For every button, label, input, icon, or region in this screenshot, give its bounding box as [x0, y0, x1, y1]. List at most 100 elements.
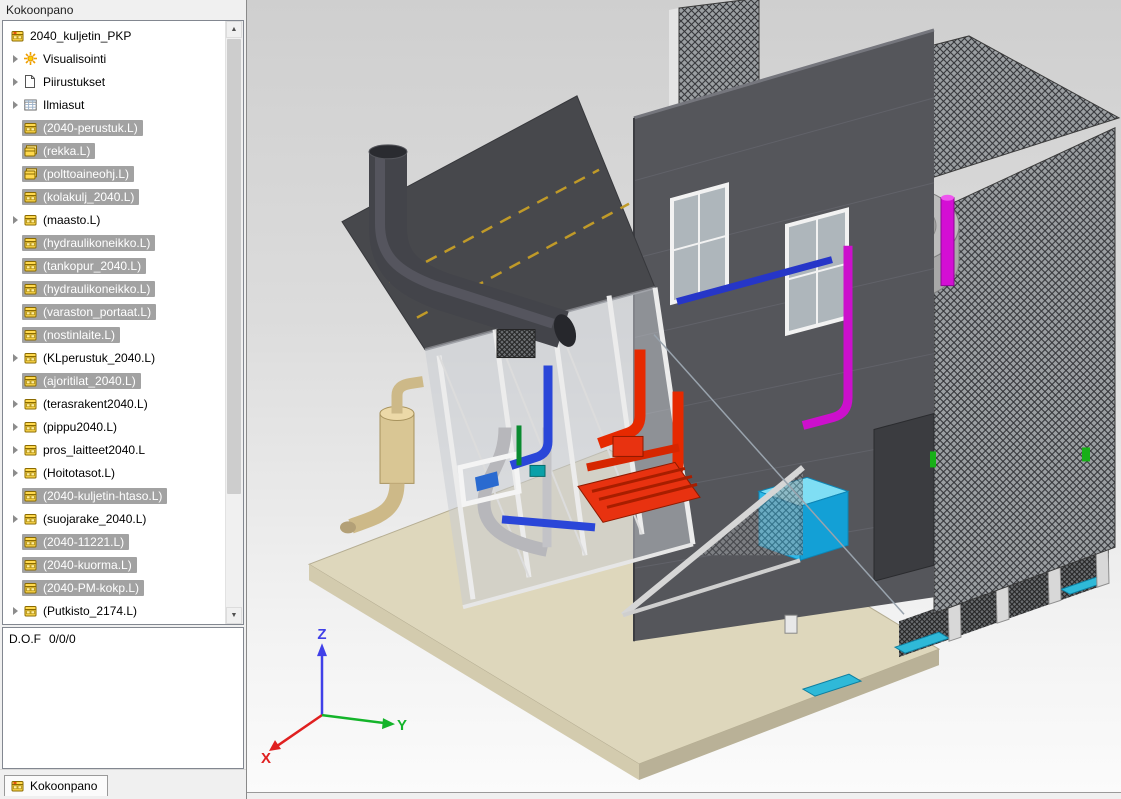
tree-item-label: Piirustukset — [43, 75, 105, 89]
tree-item-18[interactable]: pros_laitteet2040.L — [3, 438, 226, 461]
model-window-1[interactable] — [672, 185, 727, 303]
tree-item-label: Ilmiasut — [43, 98, 84, 112]
tree-item-6[interactable]: (polttoaineohj.L) — [3, 162, 226, 185]
part-icon — [24, 466, 39, 479]
tree-item-label: (nostinlaite.L) — [43, 328, 115, 342]
expander-icon[interactable] — [9, 553, 22, 576]
tree-item-11[interactable]: (hydraulikoneikko.L) — [3, 277, 226, 300]
tree-item-4[interactable]: (2040-perustuk.L) — [3, 116, 226, 139]
tree-item-17[interactable]: (pippu2040.L) — [3, 415, 226, 438]
expander-icon[interactable] — [9, 93, 22, 116]
part-icon — [24, 443, 39, 456]
part-icon — [24, 489, 39, 502]
expander-icon[interactable] — [9, 139, 22, 162]
tree-item-label: (Putkisto_2174.L) — [43, 604, 137, 618]
y-axis-arrow-icon — [382, 718, 395, 729]
tree-item-10[interactable]: (tankopur_2040.L) — [3, 254, 226, 277]
expander-icon[interactable] — [9, 599, 22, 622]
model-tan-piping[interactable] — [340, 382, 423, 534]
tree-item-2[interactable]: Piirustukset — [3, 70, 226, 93]
viewport-3d[interactable]: Z X Y — [247, 0, 1121, 793]
part-icon — [24, 581, 39, 594]
tree-item-5[interactable]: (rekka.L) — [3, 139, 226, 162]
tree-item-label: (varaston_portaat.L) — [43, 305, 151, 319]
tree-item-20[interactable]: (2040-kuljetin-htaso.L) — [3, 484, 226, 507]
tree-item-1[interactable]: Visualisointi — [3, 47, 226, 70]
tree-item-13[interactable]: (nostinlaite.L) — [3, 323, 226, 346]
dof-value: 0/0/0 — [49, 632, 76, 646]
tree-item-8[interactable]: (maasto.L) — [3, 208, 226, 231]
sun-icon — [24, 52, 39, 65]
scroll-up-icon[interactable]: ▲ — [226, 21, 242, 38]
page-icon — [24, 75, 39, 88]
expander-icon[interactable] — [9, 415, 22, 438]
tree-item-label: (terasrakent2040.L) — [43, 397, 148, 411]
tree-item-25[interactable]: (Putkisto_2174.L) — [3, 599, 226, 622]
expander-icon[interactable] — [9, 461, 22, 484]
model-canvas[interactable]: Z X Y — [247, 0, 1121, 792]
tree-item-12[interactable]: (varaston_portaat.L) — [3, 300, 226, 323]
panel-title: Kokoonpano — [0, 0, 246, 20]
panel-tab-bar: Kokoonpano — [0, 769, 246, 799]
expander-icon[interactable] — [9, 70, 22, 93]
expander-icon[interactable] — [9, 392, 22, 415]
expander-icon[interactable] — [9, 484, 22, 507]
expander-icon[interactable] — [9, 254, 22, 277]
expander-icon[interactable] — [9, 530, 22, 553]
dof-label: D.O.F — [9, 632, 41, 646]
tab-kokoonpano[interactable]: Kokoonpano — [4, 775, 108, 796]
expander-icon[interactable] — [9, 369, 22, 392]
expander-icon[interactable] — [9, 346, 22, 369]
tree-item-label: (KLperustuk_2040.L) — [43, 351, 155, 365]
tree-item-label: (maasto.L) — [43, 213, 100, 227]
part-icon — [24, 121, 39, 134]
expander-icon[interactable] — [9, 231, 22, 254]
tree-item-label: (2040-PM-kokp.L) — [43, 581, 139, 595]
tree-item-3[interactable]: Ilmiasut — [3, 93, 226, 116]
expander-icon[interactable] — [9, 208, 22, 231]
expander-icon[interactable] — [9, 438, 22, 461]
expander-icon[interactable] — [9, 116, 22, 139]
expander-icon[interactable] — [9, 300, 22, 323]
tree-item-label: (hydraulikoneikko.L) — [43, 236, 150, 250]
tree-item-label: pros_laitteet2040.L — [43, 443, 145, 457]
part-icon — [24, 305, 39, 318]
tree-item-16[interactable]: (terasrakent2040.L) — [3, 392, 226, 415]
tree-item-21[interactable]: (suojarake_2040.L) — [3, 507, 226, 530]
assembly-tree-list: 2040_kuljetin_PKP Visualisointi Piirustu… — [3, 21, 226, 624]
dof-panel: D.O.F 0/0/0 — [2, 627, 244, 769]
part-icon — [24, 282, 39, 295]
tree-item-14[interactable]: (KLperustuk_2040.L) — [3, 346, 226, 369]
scrollbar-thumb[interactable] — [227, 39, 241, 494]
tree-item-15[interactable]: (ajoritilat_2040.L) — [3, 369, 226, 392]
expander-icon[interactable] — [9, 576, 22, 599]
part-icon — [24, 236, 39, 249]
part-icon — [24, 351, 39, 364]
tree-item-7[interactable]: (kolakulj_2040.L) — [3, 185, 226, 208]
tree-item-22[interactable]: (2040-11221.L) — [3, 530, 226, 553]
x-axis-label: X — [261, 750, 271, 767]
tree-item-24[interactable]: (2040-PM-kokp.L) — [3, 576, 226, 599]
tree-item-label: (pippu2040.L) — [43, 420, 117, 434]
expander-icon[interactable] — [9, 507, 22, 530]
tree-item-23[interactable]: (2040-kuorma.L) — [3, 553, 226, 576]
y-axis-label: Y — [397, 717, 407, 734]
tree-scrollbar[interactable]: ▲ ▼ — [225, 21, 243, 624]
assembly-root-icon — [11, 29, 26, 42]
viewport-column: Z X Y — [247, 0, 1121, 799]
tree-item-label: (2040-kuorma.L) — [43, 558, 132, 572]
cad-application: Kokoonpano 2040_kuljetin_PKP Visualisoin… — [0, 0, 1121, 799]
expander-icon[interactable] — [9, 277, 22, 300]
tab-label: Kokoonpano — [30, 779, 97, 793]
expander-icon[interactable] — [9, 162, 22, 185]
scroll-down-icon[interactable]: ▼ — [226, 607, 242, 624]
expander-icon[interactable] — [9, 185, 22, 208]
tree-item-9[interactable]: (hydraulikoneikko.L) — [3, 231, 226, 254]
expander-icon[interactable] — [9, 323, 22, 346]
tree-item-19[interactable]: (Hoitotasot.L) — [3, 461, 226, 484]
tree-root-item[interactable]: 2040_kuljetin_PKP — [3, 24, 226, 47]
expander-icon[interactable] — [9, 47, 22, 70]
part-icon — [24, 328, 39, 341]
z-axis-arrow-icon — [317, 643, 327, 656]
part-icon — [24, 259, 39, 272]
